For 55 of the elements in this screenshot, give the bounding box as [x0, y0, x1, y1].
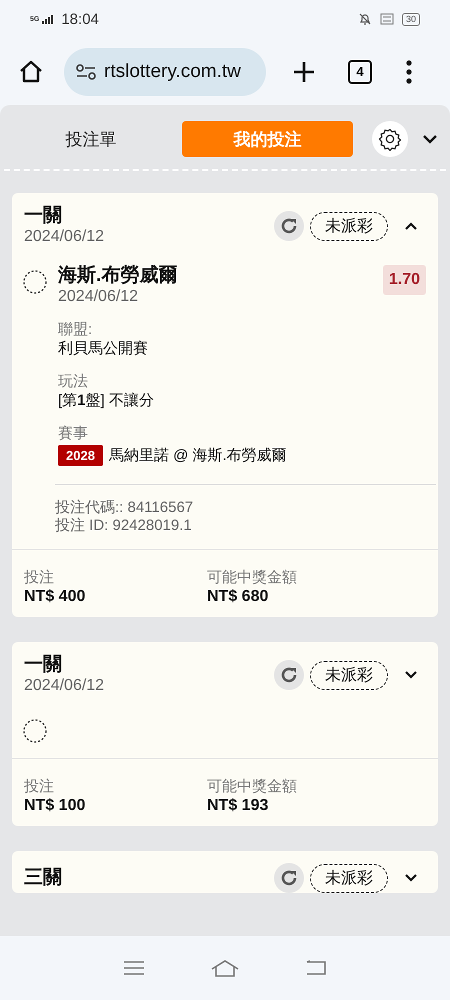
- site-settings-icon: [76, 64, 96, 80]
- tab[interactable]: 投注單: [12, 121, 170, 157]
- payout-label: 可能中獎金額: [207, 777, 298, 796]
- bet-code: 投注代碼:: 84116567: [55, 499, 194, 517]
- more-menu-icon[interactable]: [406, 60, 412, 84]
- stake-label: 投注: [24, 568, 55, 587]
- refresh-button[interactable]: [274, 211, 304, 241]
- tab-count-button[interactable]: 4: [348, 60, 372, 84]
- bet-code: 投注 ID: 92428019.1: [55, 517, 193, 535]
- field-label: 賽事: [58, 424, 89, 443]
- field-label: 聯盟:: [58, 320, 94, 339]
- status-badge: 未派彩: [310, 864, 388, 892]
- chevron-down-icon[interactable]: [422, 134, 438, 144]
- stake-label: 投注: [24, 777, 55, 796]
- dashed-circle-icon: [22, 718, 48, 744]
- url-text: rtslottery.com.tw: [104, 60, 241, 82]
- refresh-icon: [280, 869, 298, 887]
- refresh-button[interactable]: [274, 863, 304, 893]
- field-label: 玩法: [58, 372, 89, 391]
- refresh-icon: [280, 666, 298, 684]
- refresh-button[interactable]: [274, 660, 304, 690]
- bet-date: 2024/06/12: [24, 227, 106, 247]
- chevron-up-icon[interactable]: [404, 221, 418, 231]
- chevron-down-icon[interactable]: [404, 670, 418, 680]
- refresh-icon: [280, 217, 298, 235]
- payout-amount: NT$ 193: [207, 796, 270, 816]
- chevron-down-icon[interactable]: [404, 873, 418, 883]
- field-value: [第1盤] 不讓分: [58, 391, 155, 411]
- event-match: 馬納里諾 @ 海斯.布勞威爾: [108, 446, 287, 466]
- bet-type: 一關: [24, 654, 63, 676]
- bet-type: 三關: [24, 867, 63, 889]
- selection-date: 2024/06/12: [58, 287, 140, 307]
- plus-icon[interactable]: [292, 60, 316, 84]
- odds-badge: 1.70: [382, 265, 426, 295]
- muted-bell-icon: [358, 12, 372, 26]
- stake-amount: NT$ 400: [24, 587, 86, 607]
- dashed-circle-icon: [22, 269, 48, 295]
- home-icon[interactable]: [18, 58, 44, 84]
- stake-amount: NT$ 100: [24, 796, 86, 816]
- event-code-badge: 2028: [58, 445, 103, 466]
- back-icon[interactable]: [305, 960, 328, 976]
- bet-type: 一關: [24, 205, 63, 227]
- field-value: 利貝馬公開賽: [58, 339, 149, 359]
- address-bar[interactable]: rtslottery.com.tw: [64, 48, 266, 96]
- menu-icon[interactable]: [122, 960, 145, 976]
- status-badge: 未派彩: [310, 212, 388, 240]
- settings-button[interactable]: [372, 121, 408, 157]
- payout-amount: NT$ 680: [207, 587, 270, 607]
- settings-icon: [378, 127, 402, 151]
- bet-date: 2024/06/12: [24, 676, 106, 696]
- status-badge: 未派彩: [310, 660, 388, 690]
- selection-name: 海斯.布勞威爾: [58, 265, 178, 287]
- battery-level: 30: [402, 12, 420, 26]
- payout-label: 可能中獎金額: [207, 568, 298, 587]
- clock-time: 18:04: [61, 10, 99, 28]
